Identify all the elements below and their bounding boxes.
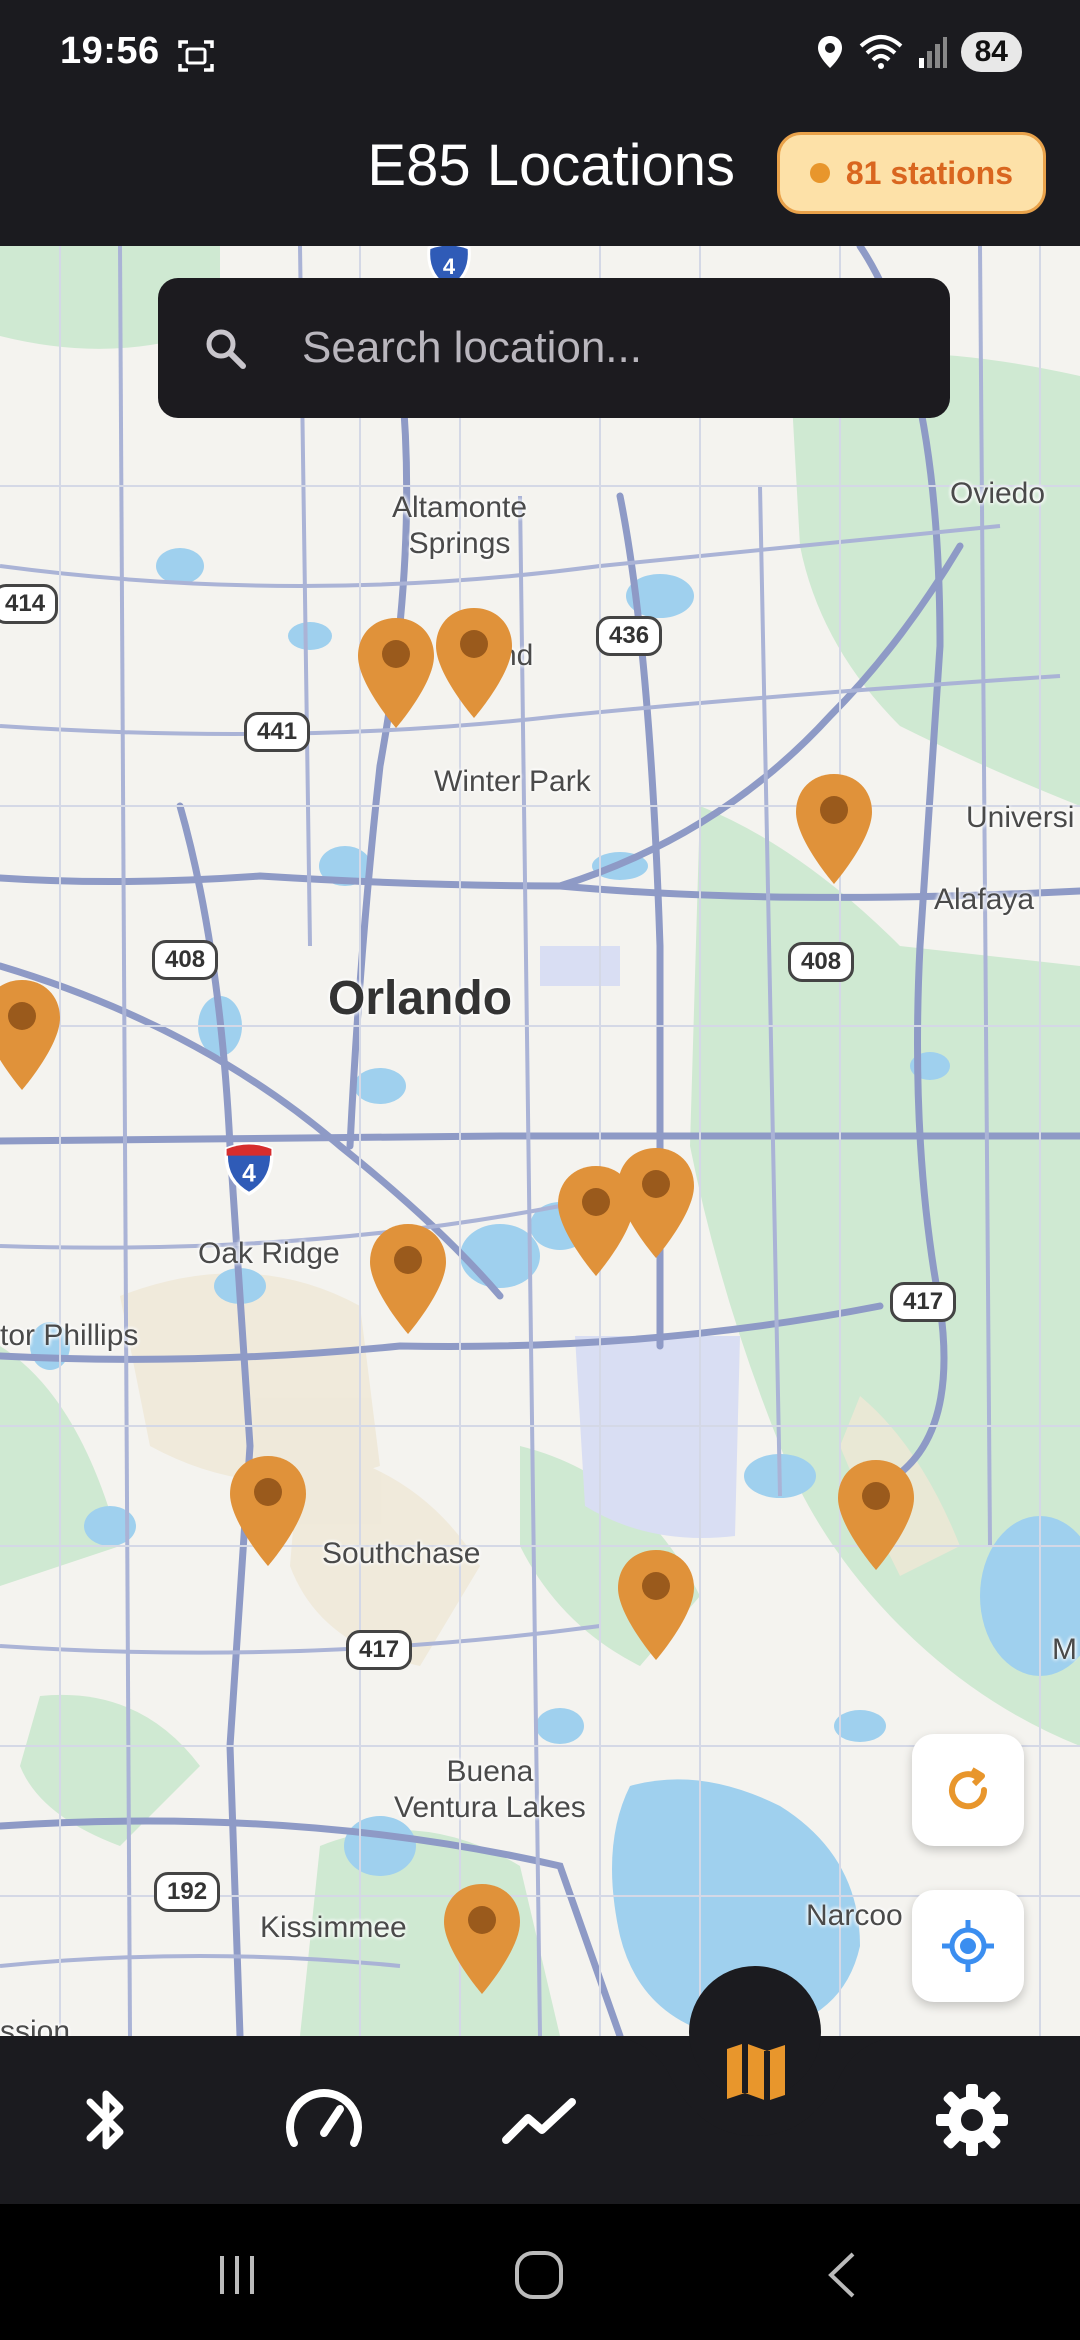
back-icon (828, 2252, 855, 2298)
home-button[interactable] (504, 2240, 574, 2310)
place-altamonte-springs: Altamonte Springs (392, 491, 528, 560)
system-navigation-bar (0, 2204, 1080, 2340)
recent-apps-icon (220, 2256, 254, 2294)
place-southchase: Southchase (322, 1537, 481, 1570)
status-icons: 84 (815, 32, 1022, 72)
place-dr-phillips: tor Phillips (0, 1319, 139, 1352)
station-pin[interactable] (366, 1222, 450, 1338)
wifi-icon (859, 35, 902, 69)
place-alafaya: Alafaya (934, 883, 1035, 916)
bluetooth-icon (86, 2090, 124, 2150)
svg-text:4: 4 (443, 254, 456, 279)
place-kissimmee: Kissimmee (260, 1911, 407, 1944)
status-bar: 19:56 84 (0, 0, 1080, 112)
station-count-badge: 81 stations (776, 132, 1046, 214)
app-bar: E85 Locations 81 stations (0, 112, 1080, 246)
trending-up-icon (502, 2098, 576, 2144)
location-icon (817, 36, 842, 68)
place-winter-park: Winter Park (434, 765, 591, 798)
refresh-icon (949, 1767, 988, 1810)
bottom-navigation (0, 1966, 1080, 2204)
place-buena-ventura-lakes: Buena Ventura Lakes (394, 1755, 586, 1824)
shield-sr417-south: 417 (346, 1630, 413, 1670)
search-icon (206, 329, 246, 369)
nav-settings[interactable] (922, 2070, 1022, 2170)
station-pin[interactable] (226, 1454, 310, 1570)
signal-icon (918, 37, 947, 68)
map-icon (727, 2043, 785, 2101)
station-pin[interactable] (0, 978, 64, 1094)
page-title: E85 Locations (367, 133, 735, 198)
status-time: 19:56 (60, 30, 160, 72)
station-pin[interactable] (554, 1164, 638, 1280)
shield-sr408-west: 408 (152, 940, 219, 980)
recent-apps-button[interactable] (202, 2240, 272, 2310)
search-bar[interactable]: Search location... (158, 278, 950, 418)
speedometer-icon (286, 2089, 362, 2147)
nav-map[interactable] (706, 2022, 806, 2122)
place-narcoossee: Narcoo (806, 1899, 903, 1932)
station-pin[interactable] (354, 616, 438, 732)
station-pin[interactable] (834, 1458, 918, 1574)
nav-trends[interactable] (490, 2070, 590, 2170)
nav-bluetooth[interactable] (56, 2070, 156, 2170)
shield-sr436: 436 (596, 616, 663, 656)
svg-text:4: 4 (242, 1160, 256, 1187)
shield-us441: 441 (244, 712, 311, 752)
battery-indicator: 84 (960, 32, 1022, 72)
station-count-label: 81 stations (845, 154, 1013, 191)
station-pin[interactable] (432, 606, 516, 722)
place-orlando: Orlando (328, 972, 513, 1025)
place-university: Universi (966, 801, 1075, 834)
place-oviedo: Oviedo (950, 477, 1046, 510)
refresh-button[interactable] (912, 1734, 1024, 1846)
station-pin[interactable] (792, 772, 876, 888)
shield-sr417-north: 417 (890, 1282, 957, 1322)
badge-dot-icon (809, 163, 830, 183)
shield-us192: 192 (154, 1872, 221, 1912)
screenshot-icon (178, 40, 214, 72)
nav-dashboard[interactable] (274, 2070, 374, 2170)
back-button[interactable] (806, 2240, 876, 2310)
shield-sr414: 414 (0, 584, 59, 624)
interstate-4-shield: 4 (224, 1142, 274, 1196)
station-pin[interactable] (614, 1548, 698, 1664)
place-oak-ridge: Oak Ridge (198, 1237, 340, 1270)
home-icon (515, 2251, 563, 2299)
shield-sr408-east: 408 (788, 942, 855, 982)
gear-icon (936, 2084, 1008, 2156)
place-m-fragment: M (1052, 1633, 1077, 1666)
search-input[interactable]: Search location... (302, 323, 642, 373)
